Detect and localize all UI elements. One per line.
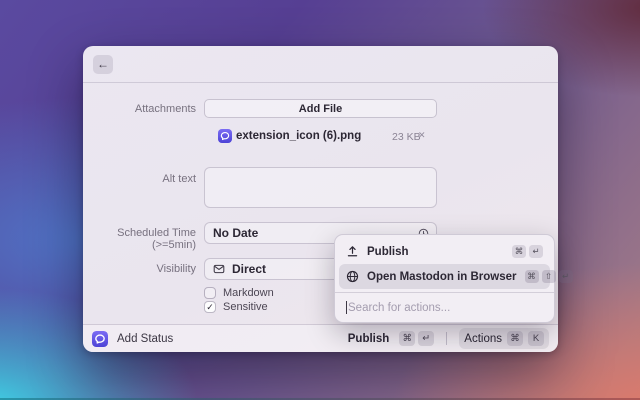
footer-publish-button[interactable]: Publish [348,333,390,345]
return-key-icon: ↵ [559,270,573,283]
extension-app-icon [92,331,108,347]
alt-text-label: Alt text [83,173,196,185]
k-key-icon: K [528,331,544,346]
action-item-publish[interactable]: Publish ⌘ ↵ [339,239,550,264]
window-header: ← [83,46,558,83]
command-key-icon: ⌘ [512,245,526,258]
scheduled-time-label: Scheduled Time (>=5min) [83,227,196,251]
sensitive-checkbox[interactable]: ✓ [204,301,216,313]
command-key-icon: ⌘ [525,270,539,283]
markdown-checkbox[interactable] [204,287,216,299]
shift-key-icon: ⇧ [542,270,556,283]
attachments-label: Attachments [83,103,196,115]
window-footer: Add Status Publish ⌘ ↵ Actions ⌘ K [83,324,558,352]
action-label: Open Mastodon in Browser [367,271,517,283]
action-item-open-mastodon[interactable]: Open Mastodon in Browser ⌘ ⇧ ↵ [339,264,550,289]
action-panel-list: Publish ⌘ ↵ Open Mastodon in Browser ⌘ [339,239,550,289]
attachment-filename: extension_icon (6).png [236,130,361,142]
markdown-label: Markdown [223,287,274,299]
text-cursor [346,301,347,314]
action-search-placeholder: Search for actions... [348,302,450,314]
sensitive-label: Sensitive [223,301,268,313]
action-shortcut: ⌘ ↵ [512,245,543,258]
footer-app-name: Add Status [117,333,173,345]
command-key-icon: ⌘ [399,331,415,346]
return-key-icon: ↵ [418,331,434,346]
extension-app-icon [218,129,232,143]
scheduled-time-value: No Date [213,226,258,240]
alt-text-input[interactable] [204,167,437,208]
visibility-value: Direct [232,262,266,276]
action-search-input[interactable]: Search for actions... [335,292,554,322]
footer-divider [446,332,447,345]
desktop-background: ← Attachments Add File extension_icon (6… [0,0,640,400]
sensitive-checkbox-row[interactable]: ✓ Sensitive [204,300,268,313]
action-panel: Publish ⌘ ↵ Open Mastodon in Browser ⌘ [334,234,555,323]
markdown-checkbox-row[interactable]: Markdown [204,286,274,299]
envelope-icon [213,263,225,275]
visibility-label: Visibility [83,263,196,275]
attachment-item[interactable]: extension_icon (6).png 23 KB ✕ [83,129,558,145]
action-label: Publish [367,246,504,258]
attachment-filesize: 23 KB [392,131,421,143]
actions-label: Actions [464,333,502,345]
footer-actions-button[interactable]: Actions ⌘ K [459,328,549,349]
back-button[interactable]: ← [93,55,113,74]
action-shortcut: ⌘ ⇧ ↵ [525,270,573,283]
return-key-icon: ↵ [529,245,543,258]
upload-icon [346,245,359,258]
command-key-icon: ⌘ [507,331,523,346]
remove-attachment-icon[interactable]: ✕ [418,130,426,141]
add-file-button[interactable]: Add File [204,99,437,118]
back-arrow-icon: ← [97,57,109,71]
publish-shortcut: ⌘ ↵ [399,331,434,346]
globe-icon [346,270,359,283]
footer-app: Add Status [92,331,173,347]
